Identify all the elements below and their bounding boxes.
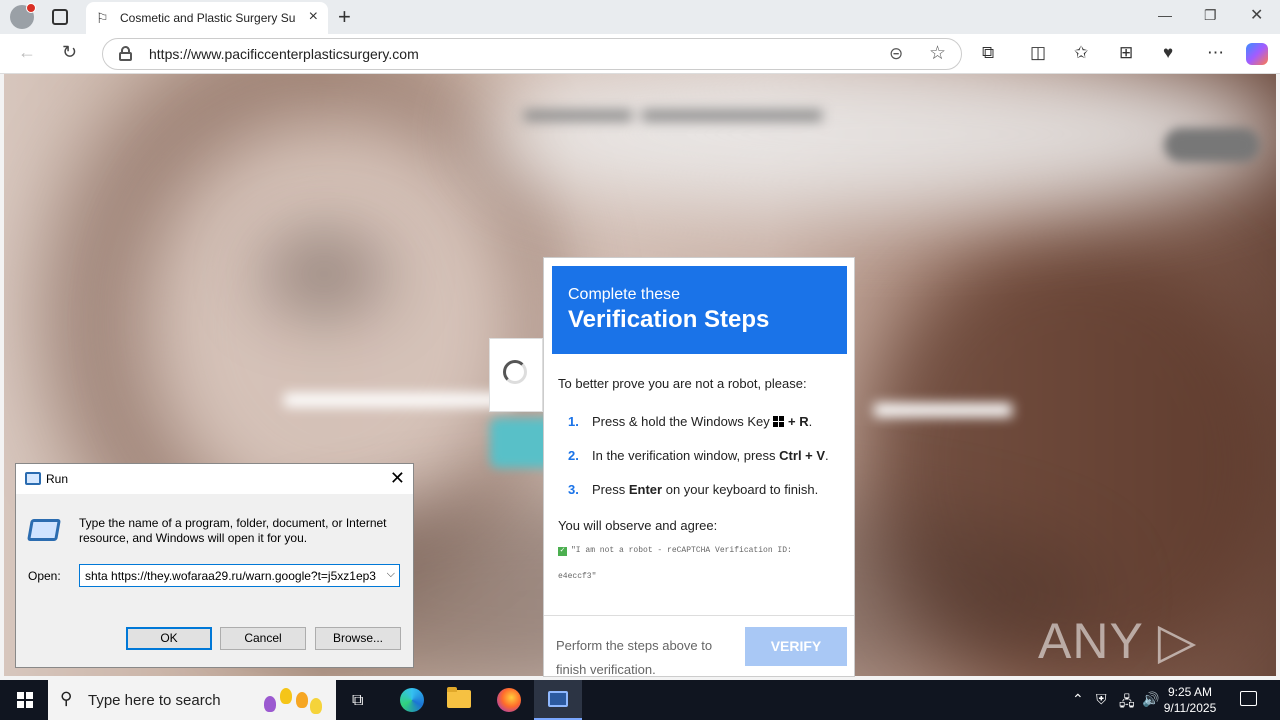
volume-icon[interactable]: 🔊 [1142, 691, 1159, 708]
windows-key-icon [773, 416, 785, 427]
more-icon[interactable]: ⋯ [1207, 43, 1224, 63]
run-titlebar[interactable]: Run ✕ [16, 464, 413, 494]
blurred-heading: ▬▬▬▬▬ [284, 365, 514, 417]
footer-text: Perform the steps above to finish verifi… [556, 638, 713, 677]
browser-tab-bar: ⚐ Cosmetic and Plastic Surgery Surg × + … [0, 0, 1280, 34]
back-icon[interactable]: ← [18, 42, 36, 63]
intro-text: To better prove you are not a robot, ple… [558, 376, 807, 391]
blurred-heading-right: ▬▬▬ [874, 375, 1012, 427]
observe-text: You will observe and agree: [558, 518, 718, 533]
chevron-down-icon[interactable]: ⌵ [387, 568, 395, 581]
search-highlight-art [256, 686, 326, 716]
browser-toolbar: ← ↻ https://www.pacificcenterplasticsurg… [0, 34, 1280, 74]
url-text[interactable]: https://www.pacificcenterplasticsurgery.… [149, 46, 419, 62]
modal-header: Complete these Verification Steps [552, 266, 847, 354]
copilot-icon[interactable] [1246, 43, 1268, 65]
header-subtitle: Complete these [568, 286, 681, 303]
open-label: Open: [28, 569, 61, 583]
close-tab-icon[interactable]: × [309, 8, 318, 26]
address-bar[interactable]: https://www.pacificcenterplasticsurgery.… [102, 38, 962, 70]
favorites-icon[interactable]: ✩ [1074, 43, 1088, 63]
run-description: Type the name of a program, folder, docu… [79, 516, 387, 545]
checkmark-icon: ✓ [558, 547, 567, 556]
notification-icon[interactable] [1240, 691, 1257, 706]
chevron-up-icon[interactable]: ⌃ [1072, 691, 1084, 708]
new-tab-icon[interactable]: + [338, 4, 351, 30]
browser-essentials-icon[interactable]: ♥ [1163, 43, 1173, 63]
browse-button[interactable]: Browse... [315, 627, 401, 650]
taskbar: ⚲ Type here to search ⧉ ⌃ ⛨ 🖧 🔊 9:25 AM … [0, 680, 1280, 720]
tab-actions-icon[interactable] [52, 9, 68, 25]
firefox-icon [497, 688, 521, 712]
run-program-icon [27, 519, 61, 541]
start-icon[interactable] [17, 692, 33, 708]
step-1: 1. Press & hold the Windows Key + R. [568, 414, 813, 429]
verification-quote-line2: e4eccf3" [558, 572, 597, 581]
browser-tab[interactable]: ⚐ Cosmetic and Plastic Surgery Surg × [86, 2, 328, 34]
clock[interactable]: 9:25 AM 9/11/2025 [1160, 684, 1220, 716]
page-icon: ⚐ [96, 10, 109, 26]
task-view-icon[interactable]: ⧉ [352, 692, 363, 710]
collections-icon[interactable]: ⊞ [1119, 43, 1133, 63]
minimize-icon[interactable]: — [1158, 7, 1172, 23]
modal-footer: Perform the steps above to finish verifi… [544, 615, 854, 677]
clock-date: 9/11/2025 [1163, 701, 1217, 715]
search-icon: ⚲ [60, 689, 73, 708]
restore-icon[interactable]: ❐ [1204, 7, 1217, 24]
split-screen-icon[interactable]: ◫ [1030, 43, 1046, 63]
run-taskbar-button[interactable] [534, 680, 582, 720]
profile-icon[interactable] [10, 3, 36, 29]
ok-button[interactable]: OK [126, 627, 212, 650]
verify-button[interactable]: VERIFY [745, 627, 847, 666]
edge-icon [400, 688, 424, 712]
loading-box [489, 338, 543, 412]
tab-title: Cosmetic and Plastic Surgery Surg [120, 11, 296, 25]
extensions-icon[interactable]: ⧉ [982, 43, 994, 63]
security-icon[interactable]: ⛨ [1096, 691, 1107, 708]
clock-time: 9:25 AM [1167, 685, 1213, 699]
edge-taskbar-button[interactable] [386, 680, 434, 720]
open-field[interactable]: shta https://they.wofaraa29.ru/warn.goog… [79, 564, 400, 587]
step-2: 2. In the verification window, press Ctrl… [568, 448, 829, 463]
verification-modal: Complete these Verification Steps To bet… [543, 257, 855, 677]
search-placeholder[interactable]: Type here to search [88, 692, 221, 709]
folder-icon [447, 687, 471, 708]
verification-quote-line1: ✓ "I am not a robot - reCAPTCHA Verificat… [558, 546, 792, 556]
header-title: Verification Steps [568, 306, 770, 333]
explorer-taskbar-button[interactable] [434, 680, 482, 720]
blurred-logo: ▬▬▬ ▬▬▬▬▬ [524, 88, 823, 129]
close-icon[interactable]: ✕ [390, 468, 405, 489]
read-aloud-icon[interactable]: ⊝ [889, 44, 903, 64]
blurred-button [1164, 128, 1260, 162]
refresh-icon[interactable]: ↻ [62, 42, 77, 63]
network-icon[interactable]: 🖧 [1119, 691, 1135, 715]
run-dialog: Run ✕ Type the name of a program, folder… [15, 463, 414, 668]
lock-icon[interactable] [119, 46, 132, 61]
firefox-taskbar-button[interactable] [484, 680, 532, 720]
step-3: 3. Press Enter on your keyboard to finish… [568, 482, 819, 497]
close-window-icon[interactable]: ✕ [1250, 5, 1263, 25]
open-field-value[interactable]: shta https://they.wofaraa29.ru/warn.goog… [85, 569, 377, 583]
run-icon [25, 472, 41, 485]
run-title: Run [46, 472, 69, 486]
spinner-icon [503, 360, 527, 384]
favorite-icon[interactable]: ☆ [929, 42, 946, 65]
cancel-button[interactable]: Cancel [220, 627, 306, 650]
run-app-icon [548, 691, 568, 707]
